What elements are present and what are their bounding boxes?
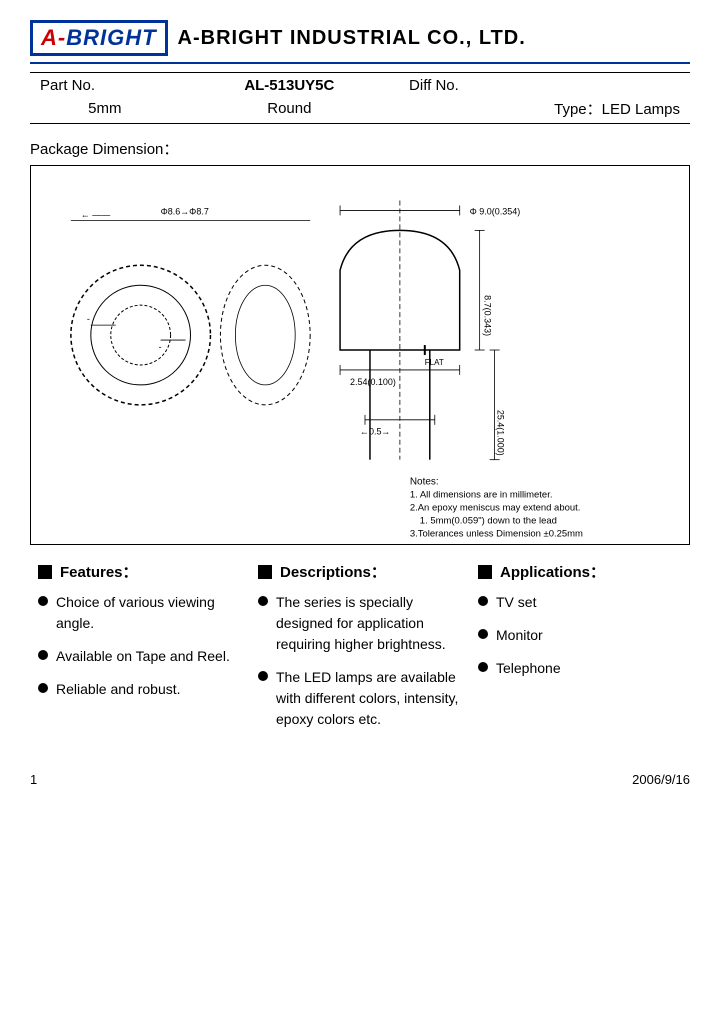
diff-label: Diff No.: [399, 73, 690, 97]
features-header-label: Features：: [60, 561, 138, 582]
svg-text:1. All dimensions are in milli: 1. All dimensions are in millimeter.: [410, 490, 553, 501]
bullet-icon: [478, 662, 488, 672]
applications-column: Applications： TV set Monitor Telephone: [470, 561, 690, 742]
application-text-2: Monitor: [496, 625, 682, 646]
diagram-area: - - ← —— Φ8.6→Φ8.7 Φ 9.0(0.354): [31, 166, 689, 544]
svg-text:25.4(1.000): 25.4(1.000): [496, 410, 506, 456]
bullet-icon: [38, 596, 48, 606]
applications-header-icon: [478, 565, 492, 579]
footer-page: 1: [30, 772, 37, 787]
application-text-3: Telephone: [496, 658, 682, 679]
application-item-1: TV set: [478, 592, 682, 613]
feature-item-2: Available on Tape and Reel.: [38, 646, 242, 667]
dimension-diagram-box: - - ← —— Φ8.6→Φ8.7 Φ 9.0(0.354): [30, 165, 690, 545]
part-no-value: AL-513UY5C: [180, 73, 399, 97]
svg-text:-: -: [87, 314, 90, 324]
features-header-icon: [38, 565, 52, 579]
footer-date: 2006/9/16: [632, 772, 690, 787]
dimension-svg: - - ← —— Φ8.6→Φ8.7 Φ 9.0(0.354): [31, 166, 689, 544]
size-label: 5mm: [30, 96, 180, 124]
company-header: A-BRIGHT A-BRIGHT INDUSTRIAL CO., LTD.: [30, 20, 690, 56]
svg-text:FLAT: FLAT: [425, 358, 444, 367]
feature-text-1: Choice of various viewing angle.: [56, 592, 242, 634]
package-title: Package Dimension：: [30, 138, 690, 159]
feature-item-1: Choice of various viewing angle.: [38, 592, 242, 634]
application-item-2: Monitor: [478, 625, 682, 646]
descriptions-header-label: Descriptions：: [280, 561, 386, 582]
svg-text:Φ8.6→Φ8.7: Φ8.6→Φ8.7: [161, 206, 209, 216]
descriptions-header: Descriptions：: [258, 561, 462, 582]
bullet-icon: [258, 671, 268, 681]
description-text-2: The LED lamps are available with differe…: [276, 667, 462, 730]
info-columns: Features： Choice of various viewing angl…: [30, 561, 690, 742]
svg-text:Φ 9.0(0.354): Φ 9.0(0.354): [470, 206, 521, 216]
description-text-1: The series is specially designed for app…: [276, 592, 462, 655]
description-item-2: The LED lamps are available with differe…: [258, 667, 462, 730]
company-name: A-BRIGHT INDUSTRIAL CO., LTD.: [178, 27, 526, 50]
svg-text:-: -: [159, 342, 162, 352]
application-item-3: Telephone: [478, 658, 682, 679]
type-label: Type：LED Lamps: [399, 96, 690, 124]
svg-text:Notes:: Notes:: [410, 477, 439, 488]
feature-text-3: Reliable and robust.: [56, 679, 242, 700]
bullet-icon: [258, 596, 268, 606]
svg-text:2.54(0.100): 2.54(0.100): [350, 377, 396, 387]
svg-text:← ——: ← ——: [81, 209, 110, 219]
description-item-1: The series is specially designed for app…: [258, 592, 462, 655]
descriptions-column: Descriptions： The series is specially de…: [250, 561, 470, 742]
svg-text:←0.5→: ←0.5→: [360, 427, 390, 437]
svg-text:1. 5mm(0.059") down to the lea: 1. 5mm(0.059") down to the lead: [420, 515, 557, 526]
svg-text:2.An epoxy meniscus may extend: 2.An epoxy meniscus may extend about.: [410, 503, 581, 514]
features-header: Features：: [38, 561, 242, 582]
bullet-icon: [38, 683, 48, 693]
part-info-table: Part No. AL-513UY5C Diff No. 5mm Round T…: [30, 72, 690, 124]
shape-label: Round: [180, 96, 399, 124]
company-logo: A-BRIGHT: [30, 20, 168, 56]
svg-text:3.Tolerances unless Dimension: 3.Tolerances unless Dimension ±0.25mm: [410, 528, 583, 539]
page-footer: 1 2006/9/16: [30, 772, 690, 787]
features-column: Features： Choice of various viewing angl…: [30, 561, 250, 742]
bullet-icon: [38, 650, 48, 660]
application-text-1: TV set: [496, 592, 682, 613]
header-divider: [30, 62, 690, 64]
svg-text:8.7(0.343): 8.7(0.343): [483, 295, 493, 336]
applications-header-label: Applications：: [500, 561, 605, 582]
bullet-icon: [478, 629, 488, 639]
bullet-icon: [478, 596, 488, 606]
applications-header: Applications：: [478, 561, 682, 582]
part-no-label: Part No.: [30, 73, 180, 97]
feature-item-3: Reliable and robust.: [38, 679, 242, 700]
feature-text-2: Available on Tape and Reel.: [56, 646, 242, 667]
descriptions-header-icon: [258, 565, 272, 579]
